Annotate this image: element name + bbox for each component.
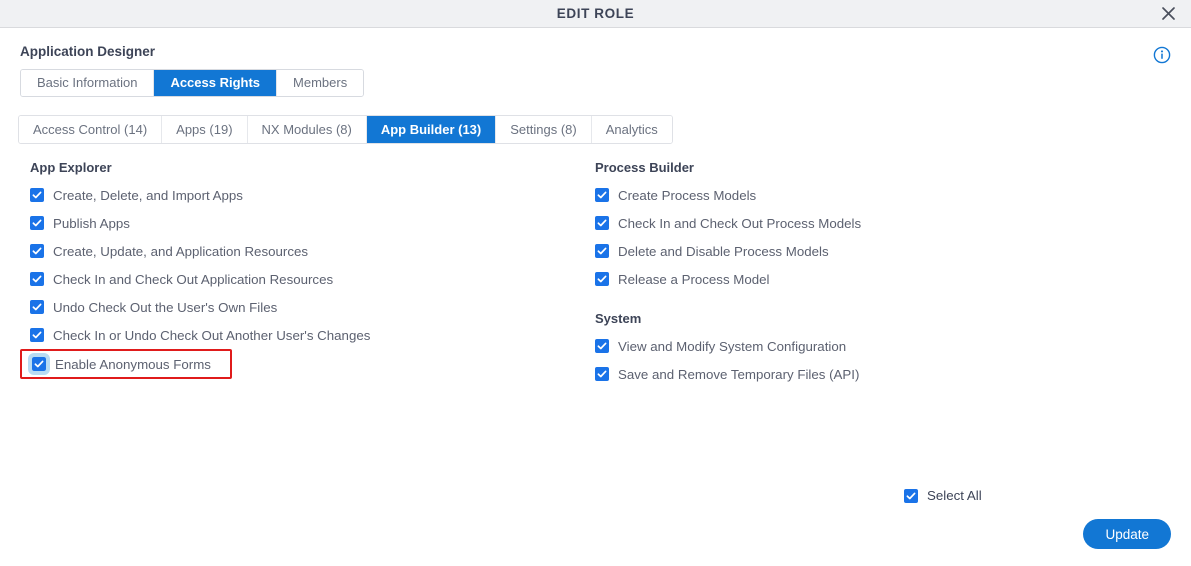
checkbox-undo-check-out-the-user-s-own-files[interactable]: [30, 300, 44, 314]
tab-analytics[interactable]: Analytics: [591, 116, 672, 143]
close-icon[interactable]: [1157, 3, 1179, 25]
permissions-column-left: App Explorer Create, Delete, and Import A…: [18, 160, 583, 388]
group-title-app-explorer: App Explorer: [30, 160, 112, 175]
checkbox-label: Release a Process Model: [618, 271, 770, 287]
permissions-column-right: Process Builder Create Process Models Chec…: [583, 160, 1148, 388]
select-all-label: Select All: [927, 488, 982, 503]
checkbox-label: Check In or Undo Check Out Another User'…: [53, 327, 371, 343]
tab-access-control[interactable]: Access Control (14): [19, 116, 163, 143]
permission-row[interactable]: Create, Update, and Application Resource…: [18, 237, 583, 265]
checkbox-create-process-models[interactable]: [595, 188, 609, 202]
checkbox-label: Create, Delete, and Import Apps: [53, 187, 243, 203]
permission-row[interactable]: Release a Process Model: [583, 265, 1148, 293]
checkbox-create-update-and-application-resources[interactable]: [30, 244, 44, 258]
primary-tabs: Basic Information Access Rights Members: [20, 69, 365, 97]
permission-group: App Explorer Create, Delete, and Import A…: [18, 160, 583, 379]
info-circle-icon[interactable]: [1153, 46, 1171, 64]
modal-header: EDIT ROLE: [0, 0, 1191, 28]
permission-row[interactable]: Delete and Disable Process Models: [583, 237, 1148, 265]
update-button[interactable]: Update: [1083, 519, 1171, 549]
checkbox-label: View and Modify System Configuration: [618, 338, 847, 354]
checkbox-label: Save and Remove Temporary Files (API): [618, 366, 860, 382]
permission-group: Process Builder Create Process Models Chec…: [583, 160, 1148, 293]
checkbox-label: Enable Anonymous Forms: [55, 356, 211, 372]
modal-title: EDIT ROLE: [556, 6, 635, 21]
checkbox-view-and-modify-system-configuration[interactable]: [595, 339, 609, 353]
permission-row[interactable]: Undo Check Out the User's Own Files: [18, 293, 583, 321]
checkbox-label: Check In and Check Out Process Models: [618, 215, 862, 231]
checkbox-check-in-and-check-out-process-models[interactable]: [595, 216, 609, 230]
group-title-process-builder: Process Builder: [595, 160, 694, 175]
checkbox-release-a-process-model[interactable]: [595, 272, 609, 286]
checkbox-label: Check In and Check Out Application Resou…: [53, 271, 334, 287]
permission-row[interactable]: View and Modify System Configuration: [583, 332, 1148, 360]
group-title-system: System: [595, 311, 642, 326]
permissions-columns: App Explorer Create, Delete, and Import A…: [18, 160, 1173, 388]
checkbox-label: Delete and Disable Process Models: [618, 243, 829, 259]
permission-row[interactable]: Check In and Check Out Application Resou…: [18, 265, 583, 293]
permission-row[interactable]: Publish Apps: [18, 209, 583, 237]
permission-row[interactable]: Check In or Undo Check Out Another User'…: [18, 321, 583, 349]
tab-settings[interactable]: Settings (8): [496, 116, 592, 143]
checkbox-create-delete-and-import-apps[interactable]: [30, 188, 44, 202]
checkbox-label: Create Process Models: [618, 187, 757, 203]
permission-row[interactable]: Create, Delete, and Import Apps: [18, 181, 583, 209]
checkbox-check-in-and-check-out-application-resources[interactable]: [30, 272, 44, 286]
checkbox-label: Publish Apps: [53, 215, 130, 231]
tab-basic-information[interactable]: Basic Information: [21, 70, 155, 96]
select-all-checkbox[interactable]: [904, 488, 918, 503]
checkbox-save-and-remove-temporary-files-api[interactable]: [595, 367, 609, 381]
permission-row[interactable]: Enable Anonymous Forms: [20, 349, 232, 379]
page-title: Application Designer: [20, 44, 156, 59]
tab-access-rights[interactable]: Access Rights: [154, 70, 278, 96]
modal-body: Application Designer Basic Information A…: [0, 28, 1191, 565]
select-all-row[interactable]: Select All: [871, 488, 1171, 503]
checkbox-check-in-or-undo-check-out-another-user-s-change[interactable]: [30, 328, 44, 342]
tab-nx-modules[interactable]: NX Modules (8): [247, 116, 367, 143]
permission-row[interactable]: Check In and Check Out Process Models: [583, 209, 1148, 237]
checkbox-publish-apps[interactable]: [30, 216, 44, 230]
checkbox-label: Create, Update, and Application Resource…: [53, 243, 309, 259]
permission-row[interactable]: Create Process Models: [583, 181, 1148, 209]
checkbox-enable-anonymous-forms[interactable]: [28, 353, 50, 375]
tab-apps[interactable]: Apps (19): [162, 116, 248, 143]
tab-members[interactable]: Members: [277, 70, 364, 96]
checkbox-label: Undo Check Out the User's Own Files: [53, 299, 278, 315]
category-tabs: Access Control (14) Apps (19) NX Modules…: [18, 115, 673, 144]
tab-app-builder[interactable]: App Builder (13): [366, 116, 497, 143]
modal-footer: Select All Update: [871, 488, 1171, 549]
checkbox-delete-and-disable-process-models[interactable]: [595, 244, 609, 258]
permission-group: System View and Modify System Configurati…: [583, 311, 1148, 388]
permission-row[interactable]: Save and Remove Temporary Files (API): [583, 360, 1148, 388]
